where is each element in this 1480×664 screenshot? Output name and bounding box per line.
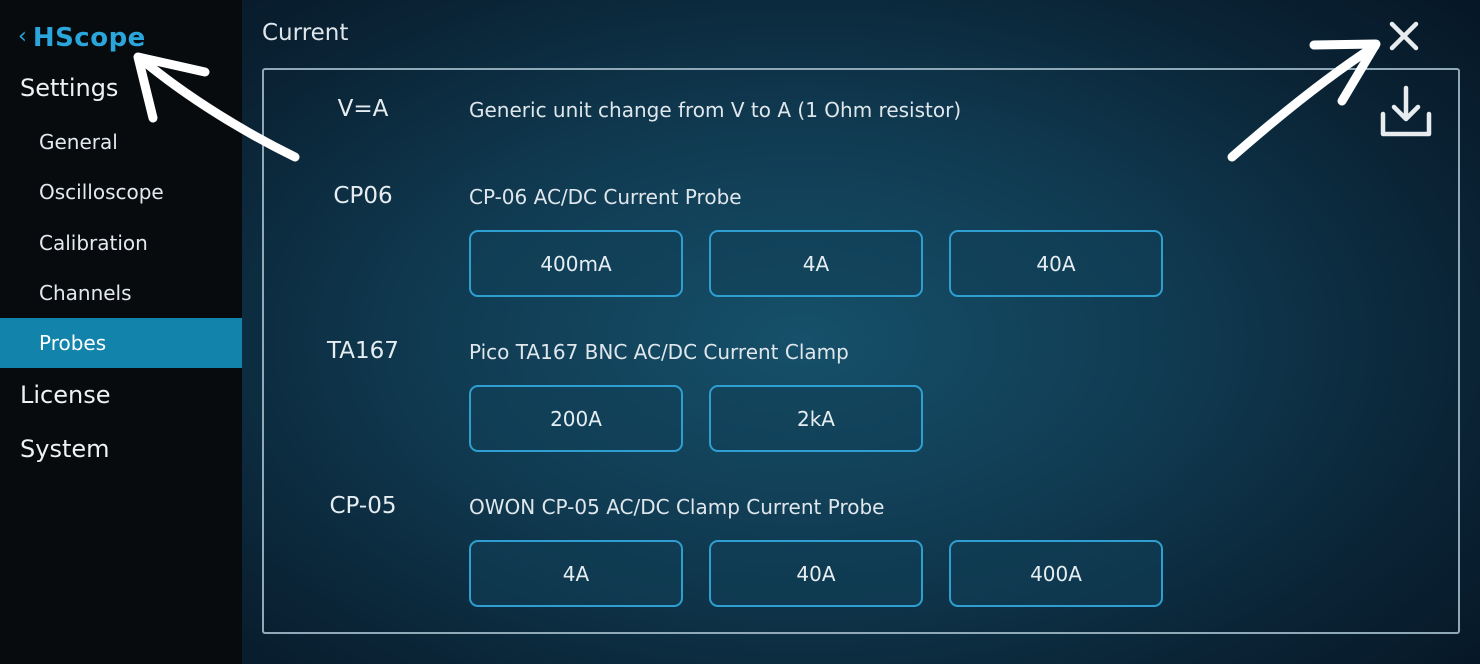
back-button[interactable]: ‹ HScope — [18, 20, 146, 56]
range-button[interactable]: 2kA — [709, 385, 923, 452]
probe-description: OWON CP-05 AC/DC Clamp Current Probe — [469, 495, 885, 519]
range-button[interactable]: 200A — [469, 385, 683, 452]
range-button[interactable]: 4A — [709, 230, 923, 297]
probe-code: V=A — [337, 96, 389, 122]
sidebar-item-calibration[interactable]: Calibration — [0, 218, 242, 268]
probe-code: CP06 — [333, 183, 393, 209]
range-button[interactable]: 40A — [949, 230, 1163, 297]
chevron-left-icon: ‹ — [18, 24, 27, 49]
sidebar-section-settings[interactable]: Settings — [20, 74, 118, 102]
sidebar-item-oscilloscope[interactable]: Oscilloscope — [0, 167, 242, 217]
page-title: Current — [262, 20, 349, 46]
close-button[interactable] — [1382, 14, 1426, 58]
range-button[interactable]: 400A — [949, 540, 1163, 607]
range-button[interactable]: 400mA — [469, 230, 683, 297]
probe-code: TA167 — [327, 338, 399, 364]
sidebar-item-general[interactable]: General — [0, 117, 242, 167]
probe-description: CP-06 AC/DC Current Probe — [469, 185, 742, 209]
app-brand: HScope — [32, 23, 146, 53]
download-icon — [1380, 85, 1432, 137]
probe-description: Pico TA167 BNC AC/DC Current Clamp — [469, 340, 849, 364]
sidebar-section-system[interactable]: System — [20, 435, 110, 463]
range-button[interactable]: 40A — [709, 540, 923, 607]
probe-list-panel: V=A Generic unit change from V to A (1 O… — [262, 68, 1460, 634]
probe-description: Generic unit change from V to A (1 Ohm r… — [469, 98, 962, 122]
sidebar-item-probes[interactable]: Probes — [0, 318, 242, 368]
sidebar-item-channels[interactable]: Channels — [0, 268, 242, 318]
main-content: Current V=A Generic unit change from V t… — [242, 0, 1480, 664]
sidebar-section-license[interactable]: License — [20, 381, 110, 409]
sidebar: ‹ HScope Settings General Oscilloscope C… — [0, 0, 242, 664]
probe-code: CP-05 — [329, 493, 397, 519]
download-button[interactable] — [1378, 84, 1434, 140]
range-button[interactable]: 4A — [469, 540, 683, 607]
close-icon — [1389, 21, 1419, 51]
